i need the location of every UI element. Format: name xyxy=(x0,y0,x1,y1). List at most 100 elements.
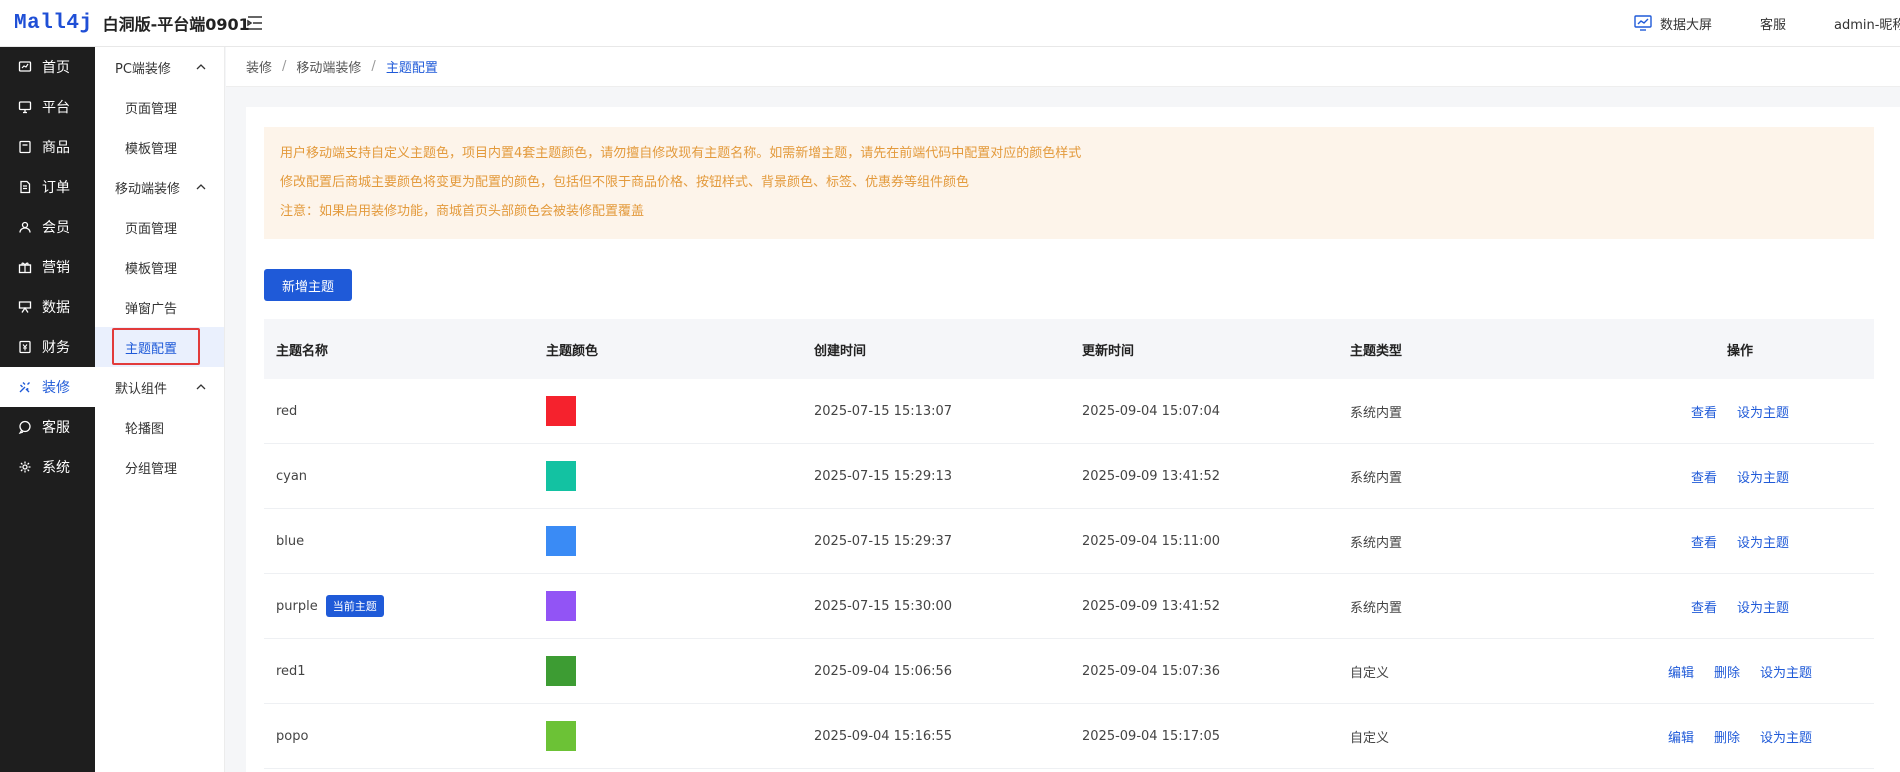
actions-cell: 查看 设为主题 xyxy=(1606,597,1874,616)
theme-name: popo xyxy=(276,728,309,744)
main-content: 用户移动端支持自定义主题色，项目内置4套主题颜色，请勿擅自修改现有主题名称。如需… xyxy=(246,107,1900,772)
chevron-up-icon xyxy=(196,64,206,70)
sidebar-item-chat[interactable]: 客服 xyxy=(0,407,95,447)
delete-link[interactable]: 删除 xyxy=(1714,662,1740,681)
col-header-type: 主题类型 xyxy=(1350,343,1403,359)
logo: Mall4j xyxy=(14,11,93,35)
submenu-item-label: 轮播图 xyxy=(125,421,165,437)
edit-link[interactable]: 编辑 xyxy=(1668,662,1694,681)
data-screen-icon xyxy=(1634,15,1652,31)
submenu-group[interactable]: PC端装修 xyxy=(95,47,224,87)
submenu-item[interactable]: 页面管理 xyxy=(95,87,224,127)
submenu-item-label: 分组管理 xyxy=(125,461,178,477)
theme-type: 自定义 xyxy=(1350,730,1390,746)
sidebar-item-finance[interactable]: 财务 xyxy=(0,327,95,367)
actions-cell: 查看 设为主题 xyxy=(1606,467,1874,486)
sidebar-item-label: 营销 xyxy=(42,260,70,276)
view-link[interactable]: 查看 xyxy=(1691,402,1717,421)
color-swatch xyxy=(546,461,576,491)
theme-type: 系统内置 xyxy=(1350,535,1403,551)
desktop-icon xyxy=(18,101,32,114)
sidebar-item-gift[interactable]: 营销 xyxy=(0,247,95,287)
chat-icon xyxy=(18,420,31,434)
submenu-item[interactable]: 分组管理 xyxy=(95,447,224,487)
edit-link[interactable]: 编辑 xyxy=(1668,727,1694,746)
submenu-item[interactable]: 主题配置 xyxy=(95,327,224,367)
chevron-up-icon xyxy=(196,184,206,190)
set-theme-link[interactable]: 设为主题 xyxy=(1737,597,1789,616)
view-link[interactable]: 查看 xyxy=(1691,532,1717,551)
table-row: popo 2025-09-04 15:16:55 2025-09-04 15:17:… xyxy=(264,704,1874,769)
submenu-item[interactable]: 模板管理 xyxy=(95,247,224,287)
submenu-item[interactable]: 弹窗广告 xyxy=(95,287,224,327)
updated-time: 2025-09-09 13:41:52 xyxy=(1082,598,1221,614)
breadcrumb-separator: / xyxy=(371,59,376,74)
customer-service-link[interactable]: 客服 xyxy=(1736,14,1810,33)
submenu-item[interactable]: 轮播图 xyxy=(95,407,224,447)
color-swatch xyxy=(546,526,576,556)
decorate-icon xyxy=(19,382,30,393)
sidebar-item-decorate[interactable]: 装修 xyxy=(0,367,95,407)
view-link[interactable]: 查看 xyxy=(1691,467,1717,486)
submenu-item-label: 模板管理 xyxy=(125,261,178,277)
color-swatch xyxy=(546,721,576,751)
theme-type: 系统内置 xyxy=(1350,600,1403,616)
theme-name-cell: purple 当前主题 xyxy=(264,595,534,617)
sidebar-item-data[interactable]: 数据 xyxy=(0,287,95,327)
theme-type: 系统内置 xyxy=(1350,405,1403,421)
notice-line: 注意：如果启用装修功能，商城首页头部颜色会被装修配置覆盖 xyxy=(280,204,645,219)
sidebar-item-monitor[interactable]: 首页 xyxy=(0,47,95,87)
set-theme-link[interactable]: 设为主题 xyxy=(1737,402,1789,421)
submenu-group[interactable]: 移动端装修 xyxy=(95,167,224,207)
breadcrumb-item-mobile[interactable]: 移动端装修 xyxy=(296,57,361,76)
sidebar-item-order[interactable]: 订单 xyxy=(0,167,95,207)
sidebar-item-gear[interactable]: 系统 xyxy=(0,447,95,487)
theme-name-cell: cyan xyxy=(264,469,534,484)
theme-color-cell xyxy=(534,656,802,686)
actions-cell: 查看 设为主题 xyxy=(1606,402,1874,421)
data-icon xyxy=(18,301,32,313)
updated-time: 2025-09-04 15:17:05 xyxy=(1082,728,1221,744)
updated-time: 2025-09-09 13:41:52 xyxy=(1082,468,1221,484)
submenu-group-label: 移动端装修 xyxy=(115,181,181,197)
sidebar-item-desktop[interactable]: 平台 xyxy=(0,87,95,127)
breadcrumb-item-current: 主题配置 xyxy=(385,61,438,76)
theme-name: blue xyxy=(276,533,305,549)
theme-name: red xyxy=(276,403,298,419)
table-row: purple 当前主题 2025-07-15 15:30:00 2025-09-09 … xyxy=(264,574,1874,639)
product-icon xyxy=(19,140,31,154)
submenu-item-label: 弹窗广告 xyxy=(125,301,178,317)
submenu-group[interactable]: 默认组件 xyxy=(95,367,224,407)
color-swatch xyxy=(546,396,576,426)
view-link[interactable]: 查看 xyxy=(1691,597,1717,616)
sidebar-item-member[interactable]: 会员 xyxy=(0,207,95,247)
color-swatch xyxy=(546,591,576,621)
set-theme-link[interactable]: 设为主题 xyxy=(1760,662,1812,681)
created-time: 2025-07-15 15:29:37 xyxy=(814,533,953,549)
breadcrumb-item-decorate[interactable]: 装修 xyxy=(246,57,272,76)
add-theme-button[interactable]: 新增主题 xyxy=(264,269,352,301)
sidebar-item-label: 商品 xyxy=(42,140,70,156)
set-theme-link[interactable]: 设为主题 xyxy=(1737,532,1789,551)
set-theme-link[interactable]: 设为主题 xyxy=(1760,727,1812,746)
created-time: 2025-09-04 15:06:56 xyxy=(814,663,953,679)
set-theme-link[interactable]: 设为主题 xyxy=(1737,467,1789,486)
submenu-item[interactable]: 页面管理 xyxy=(95,207,224,247)
delete-link[interactable]: 删除 xyxy=(1714,727,1740,746)
theme-color-cell xyxy=(534,461,802,491)
order-icon xyxy=(20,180,31,194)
theme-name: cyan xyxy=(276,468,308,484)
sidebar-item-label: 数据 xyxy=(42,300,70,316)
data-screen-button[interactable]: 数据大屏 xyxy=(1610,14,1736,33)
theme-table: 主题名称 主题颜色 创建时间 更新时间 主题类型 操作 red 2025-07-1… xyxy=(264,319,1874,769)
menu-fold-icon[interactable] xyxy=(244,12,266,34)
sidebar-item-label: 订单 xyxy=(42,180,70,196)
user-menu[interactable]: admin-昵称 xyxy=(1810,14,1900,33)
theme-name-cell: red xyxy=(264,404,534,419)
chevron-up-icon xyxy=(196,384,206,390)
table-row: red1 2025-09-04 15:06:56 2025-09-04 15:07:… xyxy=(264,639,1874,704)
notice-line: 修改配置后商城主要颜色将变更为配置的颜色，包括但不限于商品价格、按钮样式、背景颜… xyxy=(280,175,970,190)
submenu-item[interactable]: 模板管理 xyxy=(95,127,224,167)
col-header-actions: 操作 xyxy=(1726,343,1753,359)
sidebar-item-product[interactable]: 商品 xyxy=(0,127,95,167)
